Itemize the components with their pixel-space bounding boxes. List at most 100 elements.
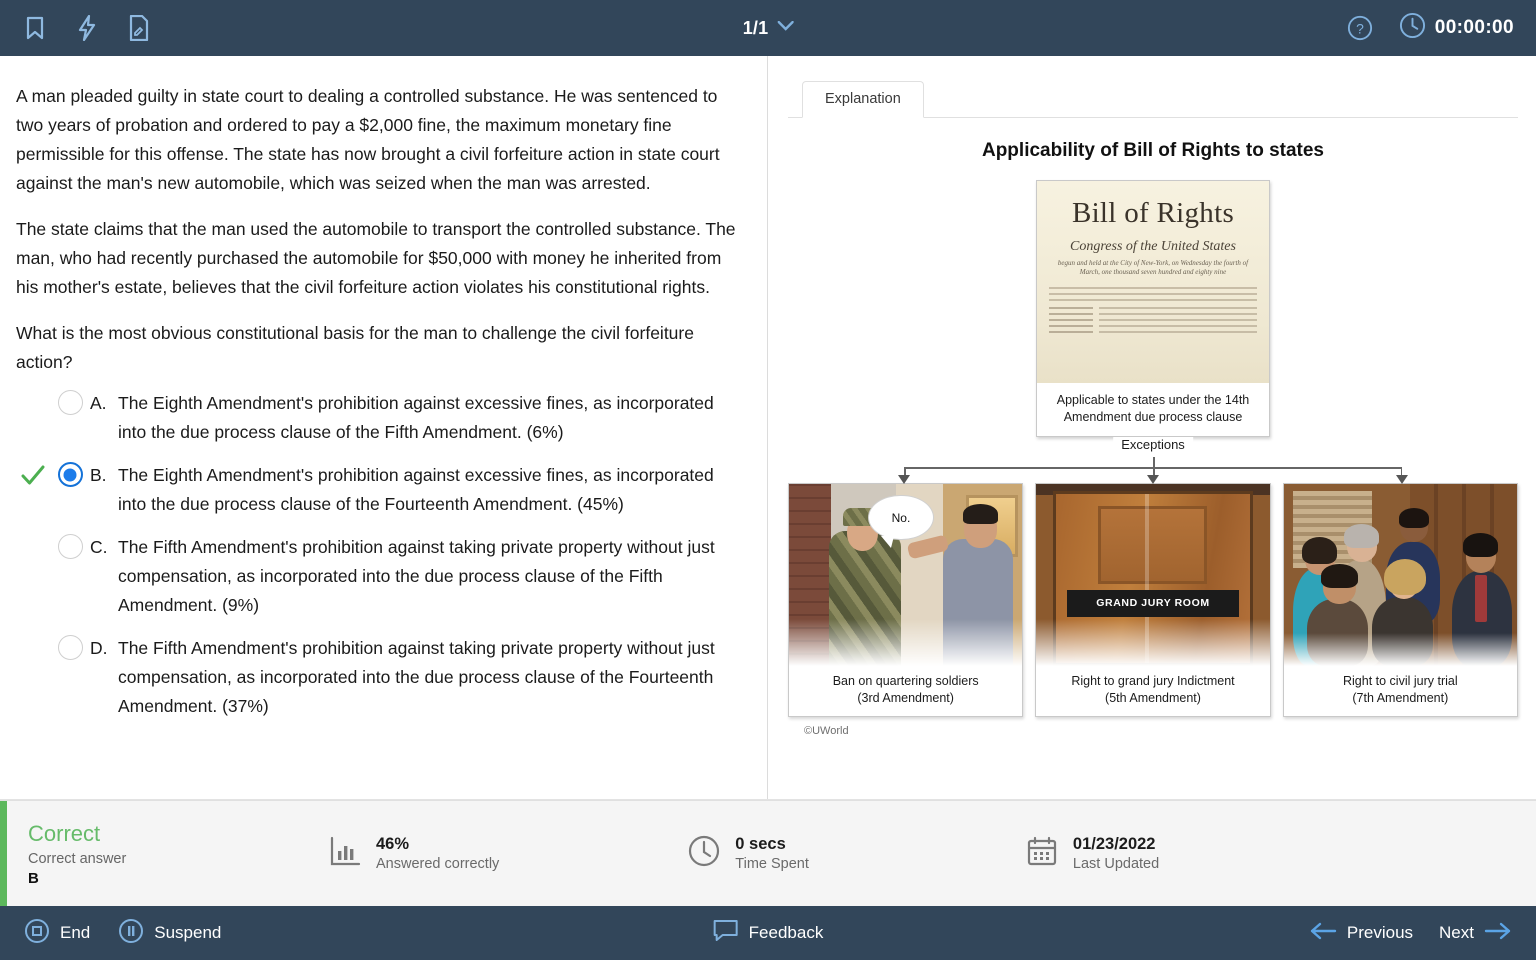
- juror-1-hair: [1302, 536, 1338, 565]
- page-indicator: 1/1: [742, 17, 769, 38]
- arrow-head-3: [1396, 475, 1408, 484]
- arrow-head-2: [1147, 475, 1159, 484]
- feedback-button-wrap: Feedback: [713, 919, 823, 948]
- choice-d-check-slot: [16, 634, 50, 636]
- grand-jury-room-sign: GRAND JURY ROOM: [1066, 589, 1240, 617]
- metric-3-label: Last Updated: [1072, 856, 1160, 872]
- end-button-label: End: [60, 923, 91, 942]
- resident-hair: [962, 504, 998, 525]
- image-fade-1: [789, 618, 1023, 666]
- suspend-button[interactable]: Suspend: [118, 918, 221, 949]
- page-indicator-group[interactable]: 1/1: [743, 18, 794, 39]
- exception-cards: No. Ban on quartering soldiers (3rd Amen…: [788, 483, 1518, 717]
- chevron-down-icon[interactable]: [777, 19, 794, 37]
- question-stem: What is the most obvious constitutional …: [16, 323, 694, 372]
- stop-icon: [24, 918, 50, 949]
- choice-a-radio-slot[interactable]: [50, 389, 90, 415]
- bill-of-rights-heading: Bill of Rights: [1071, 197, 1235, 229]
- result-block: Correct Correct answer B: [28, 821, 328, 887]
- exception-card-1-caption: Ban on quartering soldiers (3rd Amendmen…: [789, 666, 1022, 716]
- question-paragraph-1: A man pleaded guilty in state court to d…: [16, 86, 720, 193]
- notes-icon[interactable]: [126, 14, 152, 42]
- choice-a-letter: A.: [90, 393, 107, 413]
- radio-button-b[interactable]: [57, 462, 83, 487]
- correct-answer-value: B: [28, 869, 39, 887]
- image-fade-2: [1036, 618, 1270, 666]
- metric-3-text: 01/23/2022 Last Updated: [1073, 835, 1159, 872]
- answer-choice-c[interactable]: C. The Fifth Amendment's prohibition aga…: [16, 533, 737, 620]
- bill-of-rights-subheading: Congress of the United States: [1070, 239, 1236, 254]
- bottom-toolbar: End Suspend Feedback Previous Next: [0, 906, 1536, 960]
- exception-card-2-caption: Right to grand jury Indictment (5th Amen…: [1036, 666, 1269, 716]
- feedback-button[interactable]: Feedback: [713, 919, 823, 948]
- metric-2-text: 0 secs Time Spent: [735, 835, 809, 872]
- previous-button[interactable]: Previous: [1309, 922, 1413, 945]
- juror-3-hair: [1399, 507, 1430, 528]
- bottom-left-group: End Suspend: [24, 918, 221, 949]
- radio-button-c[interactable]: [57, 534, 83, 559]
- answer-choice-a[interactable]: A. The Eighth Amendment's prohibition ag…: [16, 389, 737, 447]
- exception-card-1-caption-line2: (3rd Amendment): [857, 691, 954, 705]
- answer-choices: A. The Eighth Amendment's prohibition ag…: [16, 389, 737, 721]
- next-button-label: Next: [1439, 923, 1474, 942]
- arrow-left-icon: [1309, 922, 1337, 945]
- choice-b-text: The Eighth Amendment's prohibition again…: [118, 465, 714, 514]
- question-review-app: 1/1 ? 00:00:00 A man pleaded guilty in s…: [0, 0, 1536, 960]
- explanation-diagram: Applicability of Bill of Rights to state…: [788, 118, 1518, 737]
- clock-icon: [687, 834, 721, 873]
- diagram-connectors: Exceptions: [788, 437, 1518, 484]
- juror-6-tie: [1475, 575, 1487, 623]
- jury-box-image: [1283, 484, 1517, 666]
- status-accent-bar: [0, 801, 7, 906]
- choice-c-check-slot: [16, 533, 50, 535]
- next-button[interactable]: Next: [1439, 922, 1512, 945]
- answer-choice-d[interactable]: D. The Fifth Amendment's prohibition aga…: [16, 634, 737, 721]
- exception-card-2-caption-line1: Right to grand jury Indictment: [1071, 674, 1235, 688]
- exception-card-3-caption-line1: Right to civil jury trial: [1343, 674, 1458, 688]
- previous-button-label: Previous: [1346, 923, 1414, 942]
- metric-1-text: 46% Answered correctly: [376, 835, 499, 872]
- calendar-icon: [1025, 834, 1059, 873]
- choice-c-radio-slot[interactable]: [50, 533, 90, 559]
- speech-bubble: No.: [868, 494, 934, 548]
- image-fade-3: [1283, 633, 1517, 666]
- document-body-lines: [1049, 287, 1257, 301]
- correct-check-icon: [16, 461, 50, 489]
- exceptions-label: Exceptions: [1113, 437, 1193, 452]
- tab-explanation[interactable]: Explanation: [802, 81, 924, 118]
- choice-c-text: The Fifth Amendment's prohibition agains…: [118, 537, 715, 615]
- help-icon[interactable]: ?: [1347, 14, 1373, 42]
- choice-c-letter: C.: [90, 537, 108, 557]
- speech-bubble-icon: [713, 919, 739, 948]
- metric-2-value: 0 secs: [735, 835, 786, 853]
- answer-choice-b[interactable]: B. The Eighth Amendment's prohibition ag…: [16, 461, 737, 519]
- choice-a-check-slot: [16, 389, 50, 391]
- choice-d-text: The Fifth Amendment's prohibition agains…: [118, 638, 715, 716]
- metric-time-spent: 0 secs Time Spent: [687, 834, 809, 873]
- radio-button-d[interactable]: [57, 635, 83, 660]
- correct-answer-label: Correct answer: [28, 850, 127, 867]
- choice-a-text: The Eighth Amendment's prohibition again…: [118, 393, 714, 442]
- choice-d-radio-slot[interactable]: [50, 634, 90, 660]
- bar-chart-icon: [328, 834, 362, 873]
- exception-card-grand-jury: GRAND JURY ROOM Right to grand jury Indi…: [1035, 483, 1271, 717]
- choice-b-radio-slot[interactable]: [50, 461, 90, 487]
- arrow-right-icon: [1484, 922, 1512, 945]
- bottom-right-group: Previous Next: [1309, 922, 1512, 945]
- top-toolbar: 1/1 ? 00:00:00: [0, 0, 1536, 56]
- clock-icon: [1399, 12, 1426, 44]
- juror-5-hair: [1383, 558, 1426, 595]
- explanation-tabstrip: Explanation: [788, 80, 1518, 118]
- timer-group: 00:00:00: [1399, 12, 1514, 44]
- flag-icon[interactable]: [74, 14, 100, 42]
- juror-6-hair: [1463, 533, 1499, 557]
- bill-of-rights-card: Bill of Rights Congress of the United St…: [1036, 180, 1270, 437]
- toolbar-icon-group: [22, 14, 152, 42]
- radio-button-a[interactable]: [57, 390, 83, 415]
- metric-last-updated: 01/23/2022 Last Updated: [1025, 834, 1159, 873]
- end-button[interactable]: End: [24, 918, 90, 949]
- grand-jury-door-image: GRAND JURY ROOM: [1036, 484, 1270, 666]
- bookmark-icon[interactable]: [22, 14, 48, 42]
- exception-card-1-caption-line1: Ban on quartering soldiers: [832, 674, 979, 688]
- choice-b-letter: B.: [90, 465, 107, 485]
